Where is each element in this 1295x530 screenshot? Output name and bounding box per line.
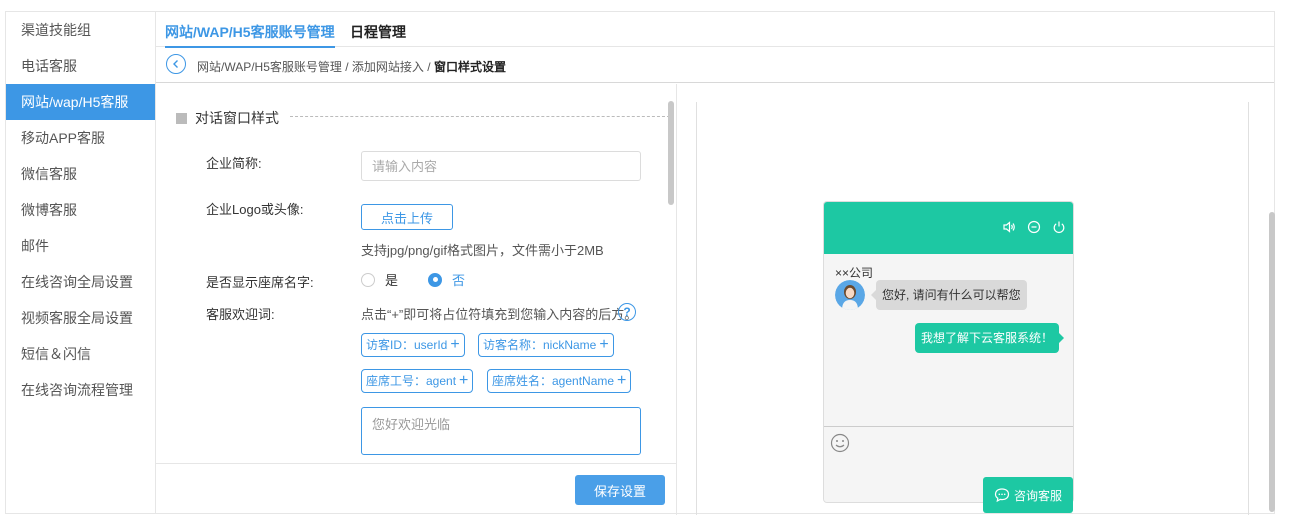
radio-circle-icon	[361, 272, 375, 287]
upload-hint: 支持jpg/png/gif格式图片，文件需小于2MB	[361, 243, 604, 258]
chat-bubble-icon	[994, 488, 1010, 503]
breadcrumb-link-account-management[interactable]: 网站/WAP/H5客服账号管理	[197, 60, 342, 74]
welcome-message-label: 客服欢迎词:	[206, 307, 275, 322]
plus-icon: +	[617, 372, 627, 389]
placeholder-tag-visitor-id[interactable]: 访客ID：userId +	[361, 333, 465, 357]
sidebar-item-video-global-settings[interactable]: 视频客服全局设置	[6, 300, 155, 336]
company-name-label: 企业简称:	[206, 156, 262, 171]
tab-bar: 网站/WAP/H5客服账号管理 日程管理	[156, 12, 1274, 48]
save-settings-button[interactable]: 保存设置	[575, 475, 665, 505]
breadcrumb-separator: /	[423, 60, 434, 74]
tab-web-account-management[interactable]: 网站/WAP/H5客服账号管理	[165, 22, 335, 48]
welcome-message-textarea[interactable]	[361, 407, 641, 455]
agent-avatar-icon	[835, 280, 865, 310]
plus-icon: +	[459, 372, 469, 389]
sidebar-item-app-service[interactable]: 移动APP客服	[6, 120, 155, 156]
help-icon[interactable]: ?	[618, 303, 636, 321]
radio-no[interactable]: 否	[428, 270, 465, 289]
breadcrumb-trail: 网站/WAP/H5客服账号管理 / 添加网站接入 / 窗口样式设置	[197, 58, 506, 75]
avatar	[835, 280, 865, 310]
tag-label: 访客ID：userId	[366, 338, 448, 352]
radio-yes[interactable]: 是	[361, 270, 398, 289]
chat-widget-preview: ××公司 您好, 请问有什么可以帮您 我想了解下云客服系统！	[823, 201, 1074, 503]
back-button[interactable]	[166, 54, 186, 74]
main-panel: 网站/WAP/H5客服账号管理 日程管理 网站/WAP/H5客服账号管理 / 添…	[155, 11, 1275, 515]
emoji-icon[interactable]	[830, 433, 850, 453]
consult-service-label: 咨询客服	[1013, 488, 1062, 503]
chat-widget-controls	[1000, 218, 1067, 235]
form-footer: 保存设置	[156, 463, 676, 515]
sidebar-item-channel-skill-group[interactable]: 渠道技能组	[6, 12, 155, 48]
form-scrollbar[interactable]	[668, 101, 674, 205]
radio-selected-icon	[428, 272, 443, 287]
plus-icon: +	[450, 336, 460, 353]
radio-yes-label: 是	[385, 273, 399, 288]
chat-widget-header	[824, 202, 1073, 254]
breadcrumb: 网站/WAP/H5客服账号管理 / 添加网站接入 / 窗口样式设置	[156, 47, 1274, 83]
breadcrumb-separator: /	[341, 60, 352, 74]
power-icon[interactable]	[1050, 218, 1067, 235]
radio-no-label: 否	[452, 273, 466, 288]
chat-company-name: ××公司	[835, 266, 874, 280]
tag-label: 访客名称：nickName	[483, 338, 597, 352]
visitor-message-bubble: 我想了解下云客服系统！	[914, 323, 1065, 353]
logo-label: 企业Logo或头像:	[206, 202, 304, 217]
section-title: 对话窗口样式	[176, 108, 279, 128]
section-title-text: 对话窗口样式	[195, 110, 279, 126]
minimize-icon[interactable]	[1025, 218, 1042, 235]
sidebar-item-web-service[interactable]: 网站/wap/H5客服	[6, 84, 155, 120]
sidebar-item-weibo-service[interactable]: 微博客服	[6, 192, 155, 228]
sidebar-item-online-flow-management[interactable]: 在线咨询流程管理	[6, 372, 155, 408]
placeholder-tag-agent-name[interactable]: 座席姓名：agentName +	[487, 369, 632, 393]
placeholder-tag-visitor-name[interactable]: 访客名称：nickName +	[478, 333, 614, 357]
sidebar-item-email[interactable]: 邮件	[6, 228, 155, 264]
volume-icon[interactable]	[1000, 218, 1017, 235]
breadcrumb-current: 窗口样式设置	[433, 60, 506, 74]
section-divider	[290, 116, 670, 117]
tag-label: 座席工号：agent	[366, 374, 457, 388]
sidebar-item-wechat-service[interactable]: 微信客服	[6, 156, 155, 192]
tab-schedule-management[interactable]: 日程管理	[350, 22, 406, 42]
company-name-input[interactable]	[361, 151, 641, 181]
welcome-hint: 点击“+”即可将占位符填充到您输入内容的后方。	[361, 307, 638, 322]
tag-label: 座席姓名：agentName	[492, 374, 615, 388]
sidebar-item-phone-service[interactable]: 电话客服	[6, 48, 155, 84]
sidebar-item-online-global-settings[interactable]: 在线咨询全局设置	[6, 264, 155, 300]
settings-form: 对话窗口样式 企业简称: 企业Logo或头像: 点击上传 支持jpg/png/g…	[156, 84, 676, 464]
sidebar-item-sms[interactable]: 短信＆闪信	[6, 336, 155, 372]
chevron-left-icon	[173, 60, 178, 68]
square-icon	[176, 112, 187, 124]
consult-service-button[interactable]: 咨询客服	[983, 477, 1073, 513]
sidebar: 渠道技能组 电话客服 网站/wap/H5客服 移动APP客服 微信客服 微博客服…	[5, 11, 155, 514]
preview-scrollbar[interactable]	[1269, 212, 1275, 512]
breadcrumb-link-add-site[interactable]: 添加网站接入	[352, 60, 424, 74]
plus-icon: +	[599, 336, 609, 353]
show-agent-name-radio-group: 是 否	[361, 270, 495, 289]
placeholder-tag-agent-id[interactable]: 座席工号：agent +	[361, 369, 474, 393]
show-agent-name-label: 是否显示座席名字:	[206, 275, 314, 290]
agent-greeting-bubble: 您好, 请问有什么可以帮您	[871, 280, 1027, 310]
panel-divider	[676, 84, 677, 515]
upload-button[interactable]: 点击上传	[361, 204, 453, 230]
